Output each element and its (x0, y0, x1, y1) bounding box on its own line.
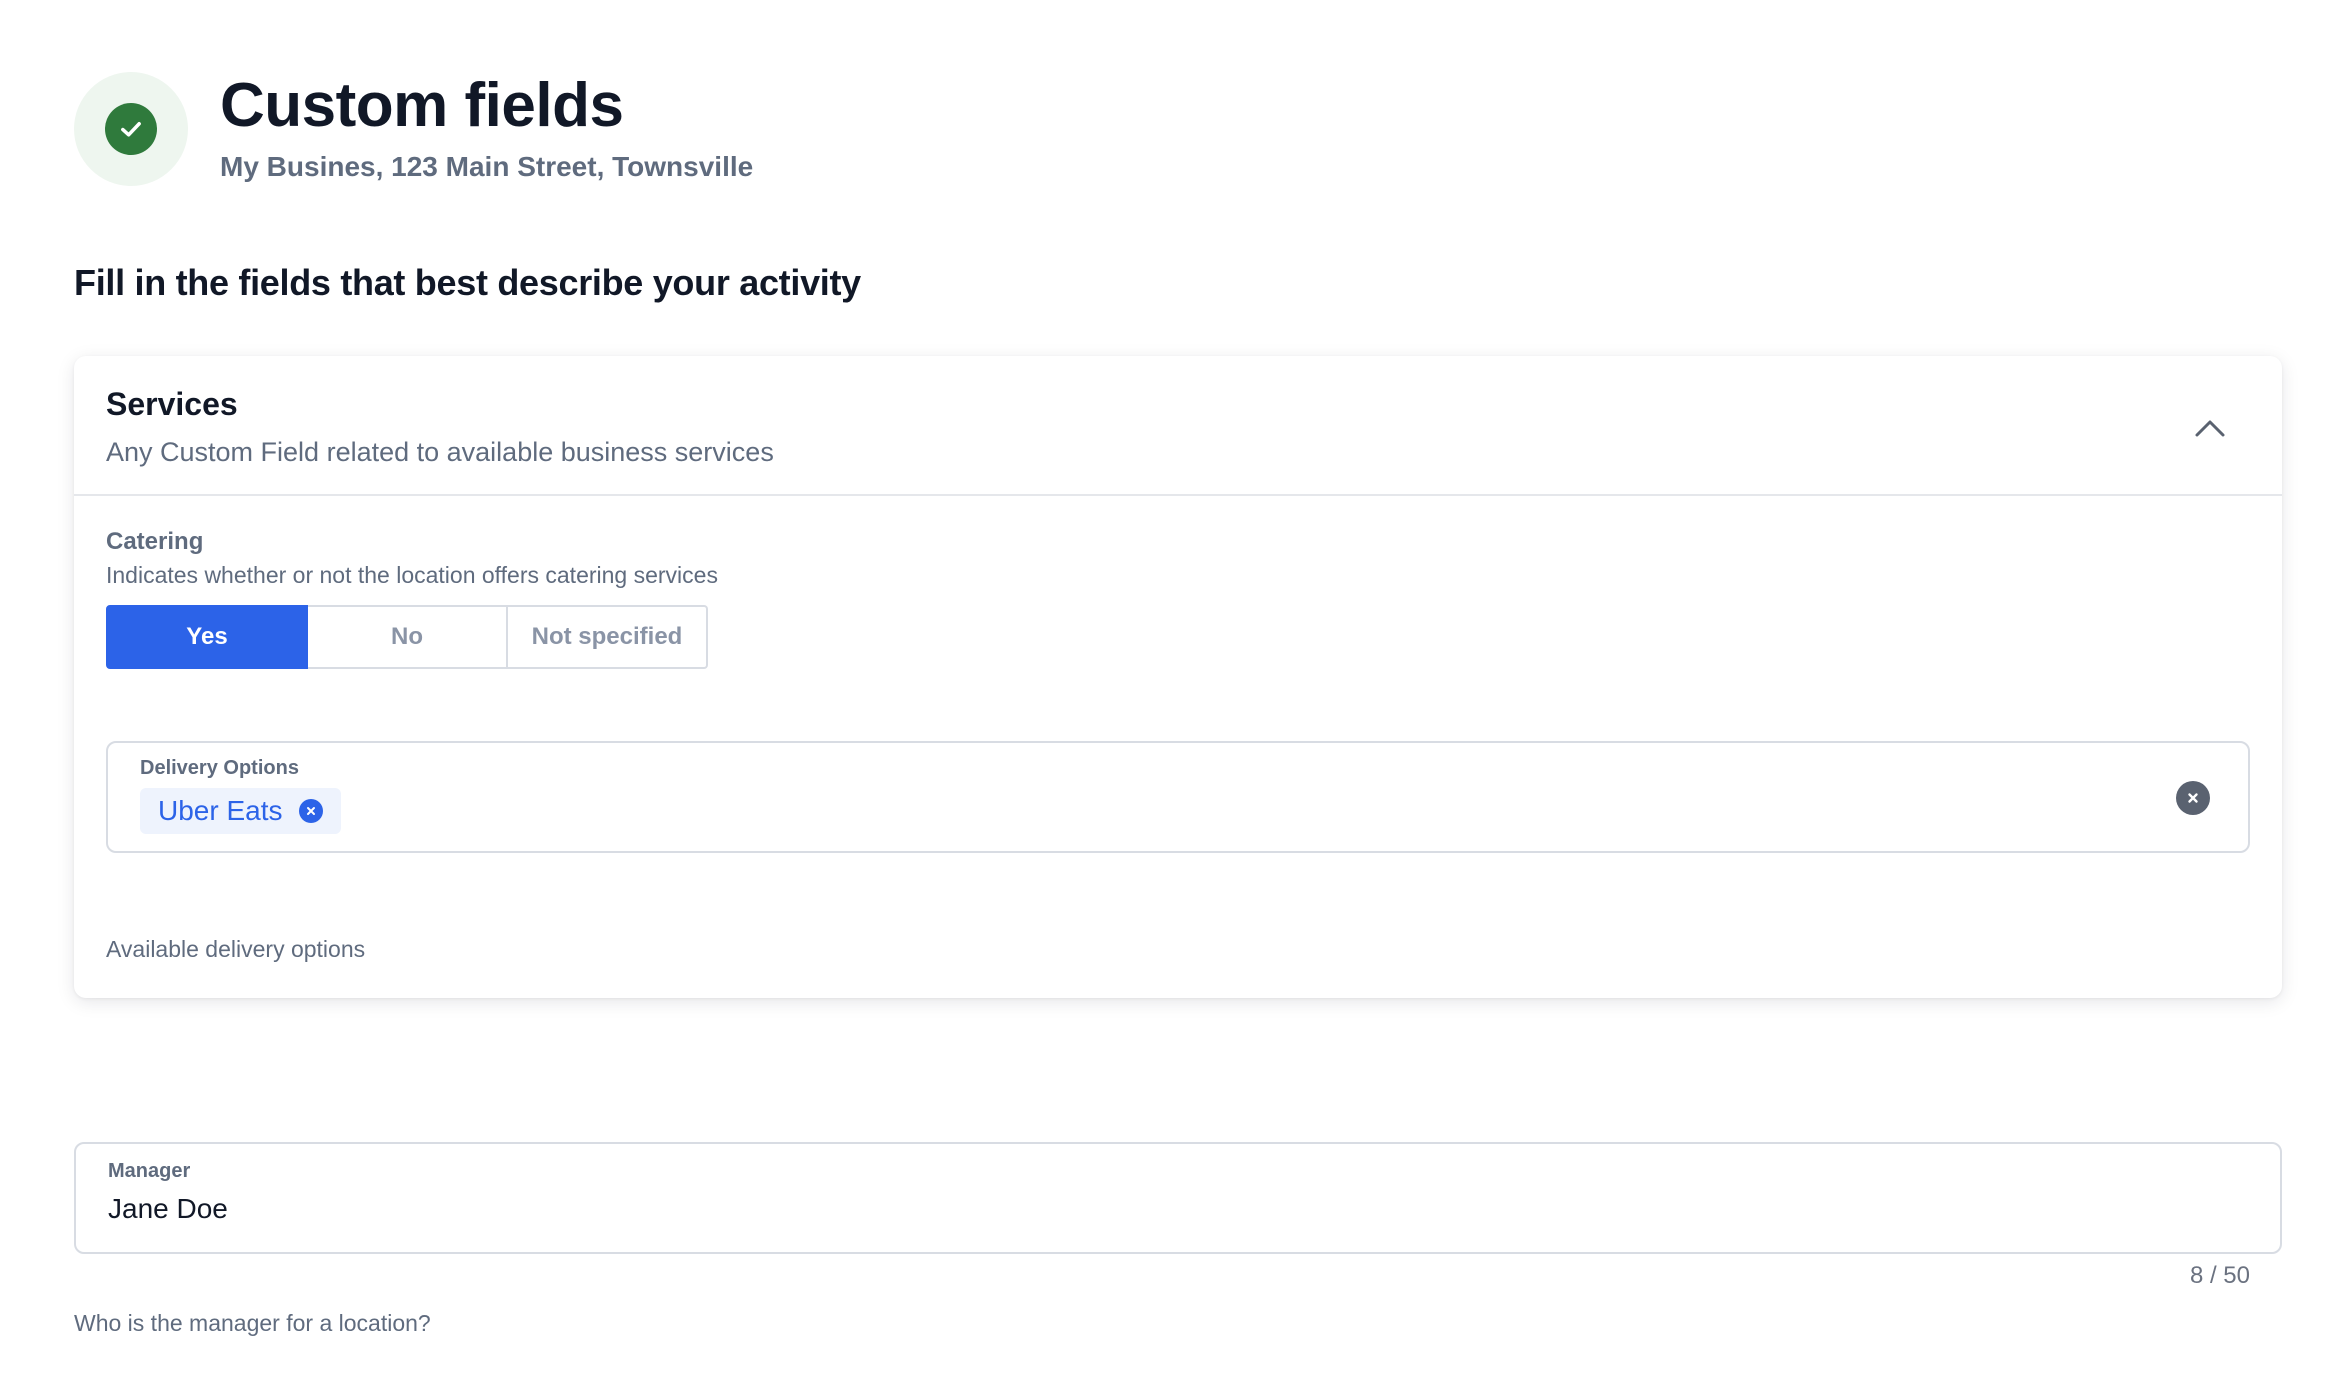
delivery-chip: Uber Eats (140, 788, 341, 834)
page-header: Custom fields My Busines, 123 Main Stree… (74, 72, 753, 186)
delivery-options-select[interactable]: Delivery Options Uber Eats (106, 741, 2250, 853)
collapse-button[interactable] (2190, 408, 2230, 448)
character-counter: 8 / 50 (2189, 1262, 2250, 1289)
page-title: Custom fields (220, 71, 624, 140)
catering-label: Catering (106, 528, 204, 555)
services-title: Services (106, 386, 238, 422)
manager-label: Manager (108, 1160, 191, 1182)
manager-field[interactable]: Manager (74, 1142, 2282, 1254)
custom-fields-page: Custom fields My Busines, 123 Main Stree… (0, 0, 2344, 1378)
catering-not-specified-button[interactable]: Not specified (508, 605, 708, 669)
delivery-chip-label: Uber Eats (158, 795, 283, 826)
check-icon (105, 103, 157, 155)
delivery-options-label: Delivery Options (140, 757, 299, 779)
business-address: My Busines, 123 Main Street, Townsville (220, 151, 754, 182)
catering-description: Indicates whether or not the location of… (106, 562, 718, 588)
services-card-header[interactable]: Services Any Custom Field related to ava… (74, 356, 2282, 496)
clear-all-icon[interactable] (2176, 781, 2210, 815)
manager-helper-text: Who is the manager for a location? (74, 1310, 431, 1336)
catering-no-button[interactable]: No (308, 605, 508, 669)
header-text: Custom fields My Busines, 123 Main Stree… (220, 75, 753, 183)
catering-yes-button[interactable]: Yes (106, 605, 308, 669)
catering-toggle-group: Yes No Not specified (106, 605, 708, 669)
section-heading: Fill in the fields that best describe yo… (74, 262, 861, 303)
services-card-body: Catering Indicates whether or not the lo… (74, 496, 2282, 853)
manager-input[interactable] (108, 1193, 2248, 1225)
status-badge (74, 72, 188, 186)
chevron-up-icon (2195, 420, 2225, 437)
services-card: Services Any Custom Field related to ava… (74, 356, 2282, 998)
chip-remove-icon[interactable] (298, 799, 323, 823)
services-description: Any Custom Field related to available bu… (106, 437, 774, 467)
delivery-helper-text: Available delivery options (106, 936, 366, 962)
